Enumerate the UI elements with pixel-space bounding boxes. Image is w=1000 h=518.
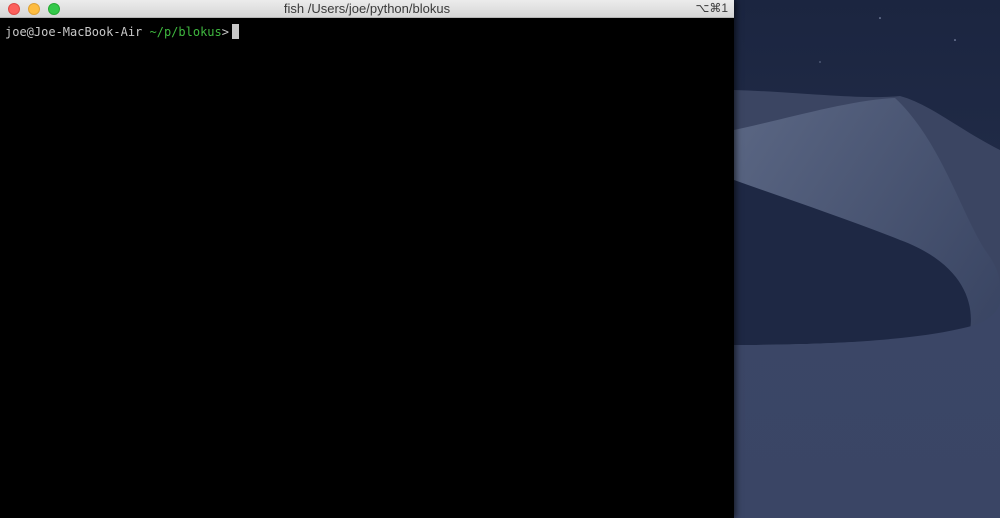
star — [879, 17, 881, 19]
text-cursor — [231, 24, 239, 39]
prompt-line: joe@Joe-MacBook-Air ~/p/blokus> — [5, 24, 239, 40]
star — [954, 39, 956, 41]
prompt-symbol: > — [221, 25, 229, 39]
terminal-body[interactable]: joe@Joe-MacBook-Air ~/p/blokus> — [0, 18, 734, 518]
star — [819, 61, 821, 63]
prompt-cwd: ~/p/blokus — [149, 25, 222, 39]
title-bar[interactable]: fish /Users/joe/python/blokus ⌥⌘1 — [0, 0, 734, 18]
desktop: fish /Users/joe/python/blokus ⌥⌘1 joe@Jo… — [0, 0, 1000, 518]
window-shortcut: ⌥⌘1 — [695, 1, 728, 15]
terminal-window[interactable]: fish /Users/joe/python/blokus ⌥⌘1 joe@Jo… — [0, 0, 734, 518]
window-title: fish /Users/joe/python/blokus — [283, 1, 451, 16]
prompt-user-host: joe@Joe-MacBook-Air — [5, 25, 150, 39]
